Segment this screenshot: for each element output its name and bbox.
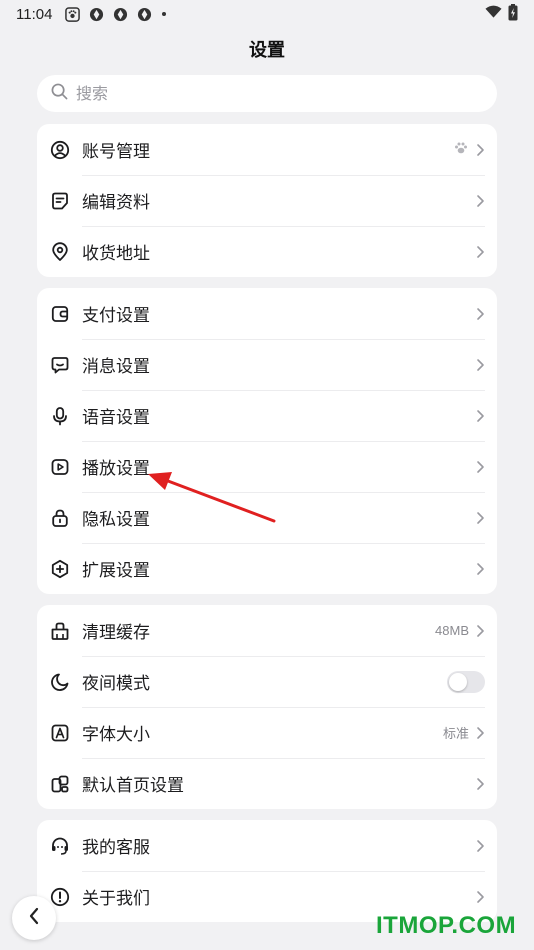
location-pin-icon: [50, 241, 70, 262]
settings-item-label: 字体大小: [82, 725, 150, 745]
font-size-value: 标准: [442, 727, 469, 742]
broom-icon: [50, 621, 70, 641]
info-circle-icon: [50, 887, 70, 907]
chevron-left-icon: [28, 907, 40, 929]
chevron-right-icon: [475, 624, 485, 638]
chevron-right-icon: [475, 890, 485, 904]
settings-item-label: 清理缓存: [82, 623, 150, 643]
app-notification-icon: [112, 6, 128, 22]
settings-item-label: 默认首页设置: [82, 776, 184, 796]
settings-item-label: 播放设置: [82, 459, 150, 479]
chevron-right-icon: [475, 726, 485, 740]
status-time: 11:04: [16, 5, 53, 23]
edit-note-icon: [50, 191, 70, 211]
wifi-icon: [485, 5, 502, 23]
settings-item-extensions[interactable]: 扩展设置: [37, 543, 497, 594]
app-notification-icon: [136, 6, 152, 22]
night-mode-toggle[interactable]: [447, 670, 485, 693]
settings-item-label: 账号管理: [82, 142, 150, 162]
settings-item-label: 夜间模式: [82, 674, 150, 694]
settings-item-label: 隐私设置: [82, 510, 150, 530]
settings-item-label: 支付设置: [82, 306, 150, 326]
chat-bubble-icon: [50, 355, 70, 375]
search-icon: [51, 83, 68, 104]
status-bar: 11:04: [0, 0, 534, 28]
wallet-icon: [50, 304, 70, 324]
settings-item-edit-profile[interactable]: 编辑资料: [37, 175, 497, 226]
lock-icon: [50, 508, 70, 528]
search-bar[interactable]: [37, 75, 497, 112]
settings-item-label: 我的客服: [82, 838, 150, 858]
chevron-right-icon: [475, 143, 485, 157]
settings-item-label: 消息设置: [82, 357, 150, 377]
cache-size-value: 48MB: [435, 623, 469, 638]
microphone-icon: [50, 406, 70, 426]
page-title: 设置: [249, 40, 285, 61]
user-circle-icon: [50, 140, 70, 160]
settings-group-support: 我的客服 关于我们: [37, 820, 497, 922]
search-input[interactable]: [76, 84, 476, 103]
chevron-right-icon: [475, 460, 485, 474]
settings-item-label: 语音设置: [82, 408, 150, 428]
settings-item-playback[interactable]: 播放设置: [37, 441, 497, 492]
settings-group-account: 账号管理 编辑资料 收货地址: [37, 124, 497, 277]
chevron-right-icon: [475, 839, 485, 853]
settings-item-customer-service[interactable]: 我的客服: [37, 820, 497, 871]
font-a-icon: [50, 723, 70, 743]
settings-item-voice[interactable]: 语音设置: [37, 390, 497, 441]
settings-item-font-size[interactable]: 字体大小 标准: [37, 707, 497, 758]
battery-icon: [508, 3, 518, 25]
settings-item-default-home[interactable]: 默认首页设置: [37, 758, 497, 809]
chevron-right-icon: [475, 409, 485, 423]
settings-item-privacy[interactable]: 隐私设置: [37, 492, 497, 543]
app-notification-icon: [88, 6, 104, 22]
chevron-right-icon: [475, 307, 485, 321]
chevron-right-icon: [475, 562, 485, 576]
settings-item-messages[interactable]: 消息设置: [37, 339, 497, 390]
settings-item-night-mode[interactable]: 夜间模式: [37, 656, 497, 707]
chevron-right-icon: [475, 511, 485, 525]
paw-icon: [453, 140, 469, 160]
site-watermark: ITMOP.COM: [376, 912, 517, 939]
settings-item-payment[interactable]: 支付设置: [37, 288, 497, 339]
moon-icon: [50, 672, 70, 692]
back-button[interactable]: [12, 896, 56, 940]
settings-item-label: 关于我们: [82, 889, 150, 909]
chevron-right-icon: [475, 245, 485, 259]
settings-item-label: 扩展设置: [82, 561, 150, 581]
paw-notification-icon: [64, 6, 80, 22]
headset-icon: [50, 836, 70, 856]
settings-item-shipping-address[interactable]: 收货地址: [37, 226, 497, 277]
settings-item-label: 收货地址: [82, 244, 150, 264]
plus-hexagon-icon: [50, 559, 70, 579]
chevron-right-icon: [475, 194, 485, 208]
chevron-right-icon: [475, 777, 485, 791]
home-layout-icon: [50, 774, 70, 794]
settings-item-label: 编辑资料: [82, 193, 150, 213]
more-notifications-dot: [162, 12, 167, 16]
settings-group-preferences: 支付设置 消息设置 语音设置 播放设置 隐私设置 扩展设置: [37, 288, 497, 594]
settings-item-account[interactable]: 账号管理: [37, 124, 497, 175]
play-icon: [50, 457, 70, 477]
settings-group-general: 清理缓存 48MB 夜间模式 字体大小 标准 默认首页设置: [37, 605, 497, 809]
chevron-right-icon: [475, 358, 485, 372]
settings-item-clear-cache[interactable]: 清理缓存 48MB: [37, 605, 497, 656]
